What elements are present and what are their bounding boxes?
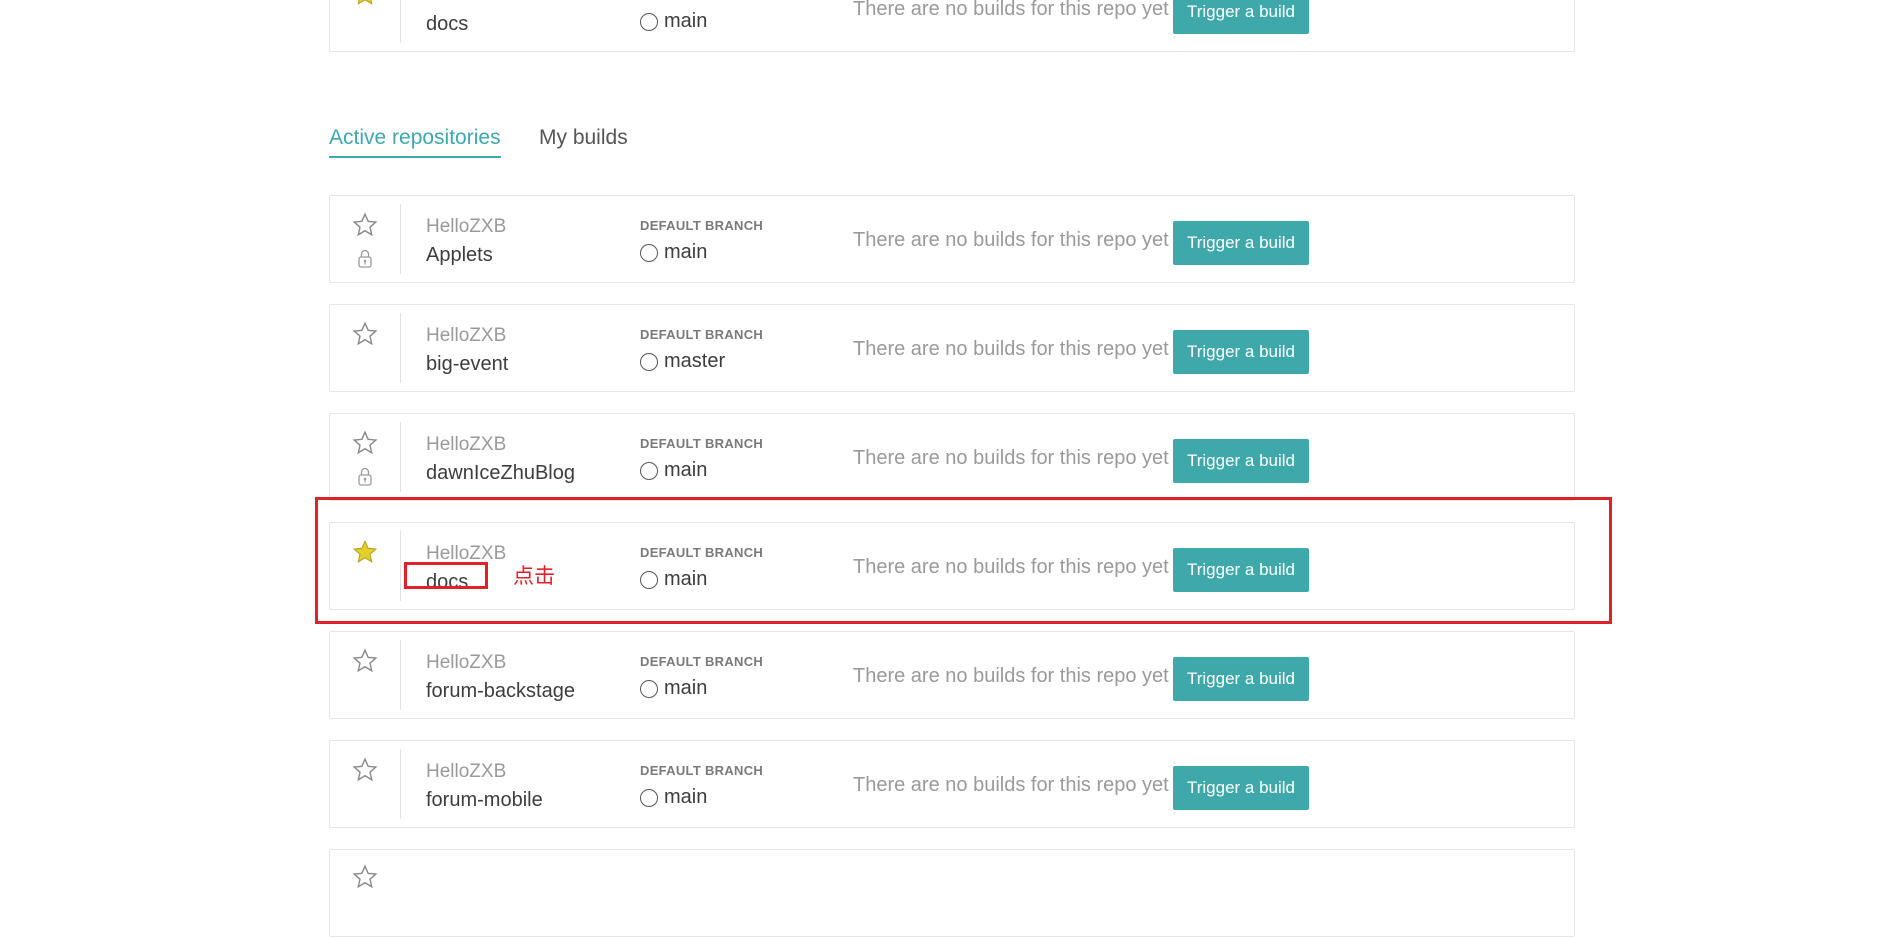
star-icon[interactable] <box>352 648 378 674</box>
repo-name[interactable]: big-event <box>426 353 508 376</box>
repo-row: HelloZXB dawnIceZhuBlog DEFAULT BRANCH main… <box>329 413 1575 501</box>
tab-active-repositories[interactable]: Active repositories <box>329 126 501 158</box>
star-icon[interactable] <box>352 539 378 565</box>
repo-name[interactable]: forum-mobile <box>426 789 543 812</box>
no-builds-text: There are no builds for this repo yet <box>853 229 1169 251</box>
row-divider <box>400 0 401 43</box>
branch-circle-icon <box>640 244 658 262</box>
row-divider <box>400 640 401 710</box>
trigger-build-button[interactable]: Trigger a build <box>1173 766 1309 810</box>
branch-name: main <box>664 459 708 481</box>
branch-circle-icon <box>640 462 658 480</box>
repo-row: HelloZXB big-event DEFAULT BRANCH master The… <box>329 304 1575 392</box>
repo-name[interactable]: forum-backstage <box>426 680 575 703</box>
branch-name: main <box>664 677 708 699</box>
star-icon[interactable] <box>352 430 378 456</box>
no-builds-text: There are no builds for this repo yet <box>853 665 1169 687</box>
repo-owner: HelloZXB <box>426 216 507 237</box>
default-branch-label: DEFAULT BRANCH <box>640 436 764 451</box>
trigger-build-button[interactable]: Trigger a build <box>1173 548 1309 592</box>
no-builds-text: There are no builds for this repo yet <box>853 338 1169 360</box>
no-builds-text: There are no builds for this repo yet <box>853 774 1169 796</box>
repo-name[interactable]: docs <box>426 13 468 36</box>
row-divider <box>400 204 401 274</box>
row-divider <box>400 531 401 601</box>
repo-row-partial: docs main There are no builds for this r… <box>329 0 1575 52</box>
branch-circle-icon <box>640 571 658 589</box>
trigger-build-button[interactable]: Trigger a build <box>1173 221 1309 265</box>
star-icon[interactable] <box>352 864 378 890</box>
trigger-build-button[interactable]: Trigger a build <box>1173 0 1309 34</box>
default-branch-label: DEFAULT BRANCH <box>640 218 764 233</box>
row-divider <box>400 749 401 819</box>
annotation-label: 点击 <box>513 564 555 588</box>
branch-name: main <box>664 10 708 32</box>
branch-circle-icon <box>640 353 658 371</box>
branch-name: master <box>664 350 726 372</box>
default-branch-label: DEFAULT BRANCH <box>640 763 764 778</box>
row-divider <box>400 313 401 383</box>
star-icon[interactable] <box>352 212 378 238</box>
default-branch-label: DEFAULT BRANCH <box>640 327 764 342</box>
repo-owner: HelloZXB <box>426 434 507 455</box>
trigger-build-button[interactable]: Trigger a build <box>1173 439 1309 483</box>
tab-my-builds[interactable]: My builds <box>539 126 628 150</box>
no-builds-text: There are no builds for this repo yet <box>853 447 1169 469</box>
repo-name[interactable]: dawnIceZhuBlog <box>426 462 575 485</box>
repo-name[interactable]: Applets <box>426 244 493 267</box>
repo-row: HelloZXB forum-backstage DEFAULT BRANCH mai… <box>329 631 1575 719</box>
trigger-build-button[interactable]: Trigger a build <box>1173 330 1309 374</box>
repo-name[interactable]: docs <box>426 571 468 594</box>
row-divider <box>400 422 401 492</box>
branch-circle-icon <box>640 680 658 698</box>
repo-owner: HelloZXB <box>426 325 507 346</box>
branch-name: main <box>664 786 708 808</box>
repo-owner: HelloZXB <box>426 543 507 564</box>
no-builds-text: There are no builds for this repo yet <box>853 556 1169 578</box>
branch-name: main <box>664 568 708 590</box>
repo-row: HelloZXB Applets DEFAULT BRANCH main There a… <box>329 195 1575 283</box>
no-builds-text: There are no builds for this repo yet <box>853 0 1169 20</box>
trigger-build-button[interactable]: Trigger a build <box>1173 657 1309 701</box>
branch-circle-icon <box>640 789 658 807</box>
repo-row-partial <box>329 849 1575 937</box>
default-branch-label: DEFAULT BRANCH <box>640 654 764 669</box>
repo-row: HelloZXB forum-mobile DEFAULT BRANCH main Th… <box>329 740 1575 828</box>
repo-owner: HelloZXB <box>426 761 507 782</box>
repo-owner: HelloZXB <box>426 652 507 673</box>
lock-icon <box>358 467 372 486</box>
lock-icon <box>358 249 372 268</box>
star-icon[interactable] <box>352 321 378 347</box>
star-icon[interactable] <box>352 757 378 783</box>
branch-circle-icon <box>640 13 658 31</box>
default-branch-label: DEFAULT BRANCH <box>640 545 764 560</box>
branch-name: main <box>664 241 708 263</box>
star-icon[interactable] <box>352 0 378 7</box>
